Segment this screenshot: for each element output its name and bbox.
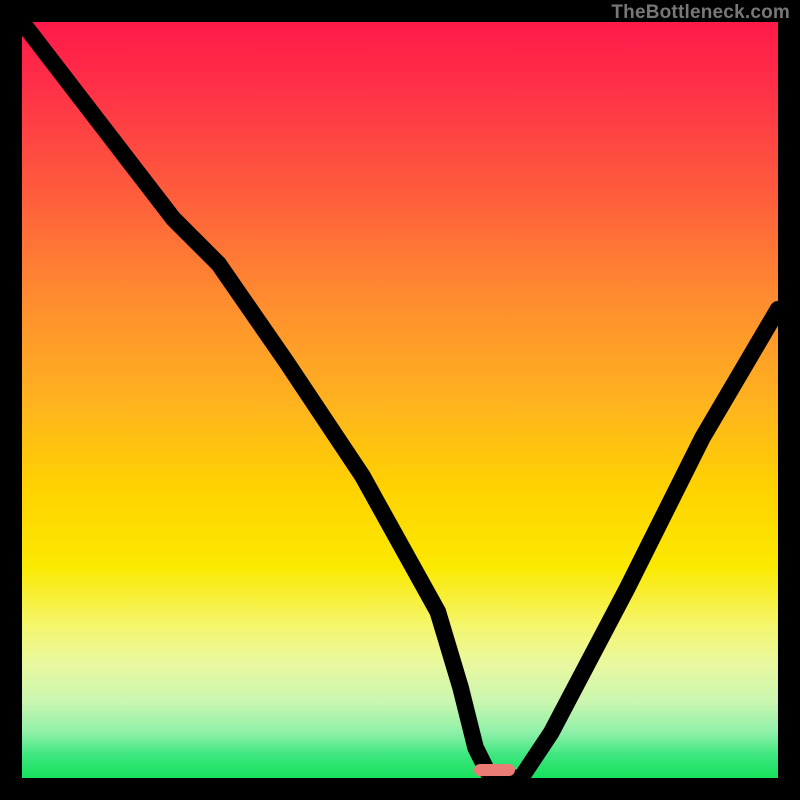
- chart-frame: TheBottleneck.com: [0, 0, 800, 800]
- chart-background-gradient: [22, 22, 778, 778]
- watermark-text: TheBottleneck.com: [611, 2, 790, 24]
- chart-plot-area: [22, 22, 778, 778]
- optimal-point-marker: [474, 764, 516, 776]
